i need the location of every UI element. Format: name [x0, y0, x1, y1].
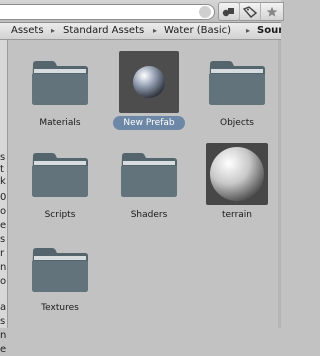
tree-item-fragment: o: [0, 276, 7, 287]
tree-item-fragment: n: [0, 262, 7, 273]
project-toolbar: [0, 0, 284, 23]
tree-item-fragment: s: [0, 234, 6, 245]
tree-item-fragment: o: [0, 206, 7, 217]
tree-item-fragment: k: [0, 176, 6, 187]
material-sphere-icon: [210, 147, 264, 201]
tree-item-fragment: r: [0, 248, 5, 259]
tree-item-fragment: e: [0, 220, 7, 231]
filter-by-type-button[interactable]: [218, 2, 240, 21]
breadcrumb-water-basic[interactable]: Water (Basic): [164, 23, 231, 39]
tree-item-fragment: 0: [0, 192, 7, 203]
folder-icon: [32, 153, 88, 197]
asset-label: Materials: [39, 118, 81, 128]
asset-label: Scripts: [44, 210, 76, 220]
favorite-button[interactable]: [260, 2, 284, 21]
favorite-star-icon: [266, 6, 278, 17]
prefab-sphere-icon: [133, 66, 165, 98]
tree-item-fragment: s: [0, 316, 6, 327]
asset-label: Textures: [41, 303, 79, 313]
filter-by-type-icon: [222, 7, 234, 16]
asset-label: terrain: [221, 210, 253, 220]
tree-item-fragment: s: [0, 152, 6, 163]
folder-icon: [32, 248, 88, 292]
breadcrumb-sources[interactable]: Sour: [257, 23, 281, 39]
filter-by-label-button[interactable]: [239, 2, 261, 21]
search-cancel-icon[interactable]: [199, 6, 211, 18]
asset-label: Objects: [219, 118, 254, 128]
folder-icon: [209, 61, 265, 105]
tree-item-fragment: t: [0, 164, 4, 175]
tree-item-fragment: e: [0, 344, 7, 355]
search-input[interactable]: [0, 4, 215, 20]
breadcrumb: Assets ▸ Standard Assets ▸ Water (Basic)…: [0, 23, 281, 40]
folder-icon: [121, 153, 177, 197]
tree-item-fragment: a: [0, 302, 7, 313]
folder-icon: [32, 61, 88, 105]
breadcrumb-separator: ▸: [246, 26, 251, 35]
breadcrumb-separator: ▸: [51, 26, 56, 35]
asset-label: New Prefab: [113, 116, 185, 130]
tree-item-fragment: n: [0, 330, 7, 341]
material-preview: [206, 143, 268, 205]
breadcrumb-separator: ▸: [153, 26, 158, 35]
asset-label: Shaders: [130, 210, 168, 220]
prefab-preview: [119, 51, 179, 113]
breadcrumb-assets[interactable]: Assets: [11, 23, 44, 39]
breadcrumb-standard-assets[interactable]: Standard Assets: [63, 23, 144, 39]
filter-by-label-icon: [243, 5, 257, 18]
folder-tree-panel[interactable]: s t k 0 o e s r n o a s n e: [0, 40, 8, 355]
